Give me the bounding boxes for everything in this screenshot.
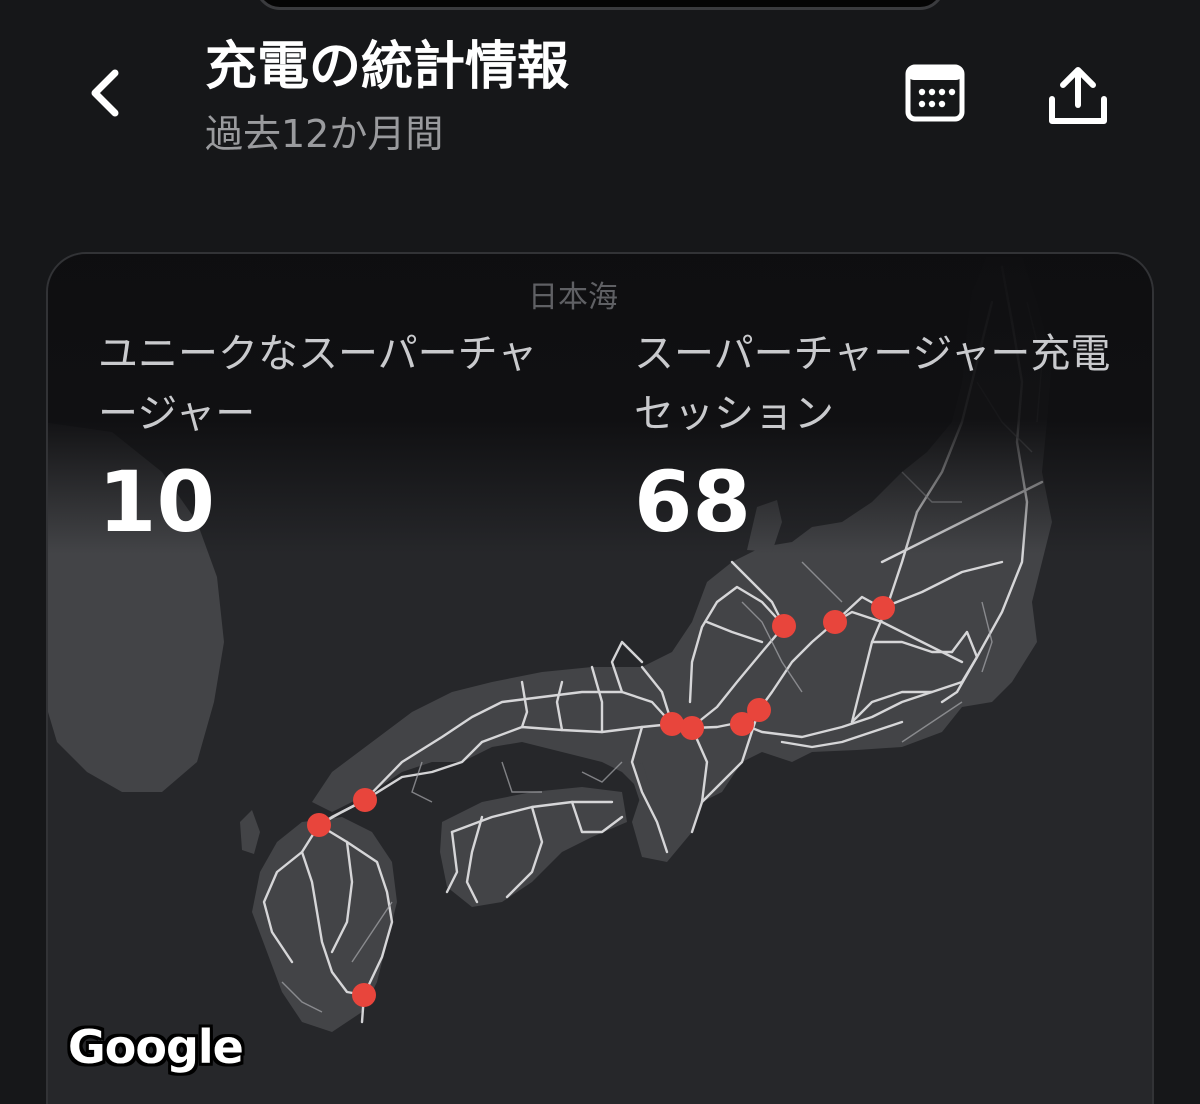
back-button[interactable] [70, 58, 140, 128]
supercharger-marker[interactable] [680, 716, 704, 740]
calendar-icon [905, 64, 965, 122]
share-icon [1049, 67, 1107, 124]
unique-superchargers-value: 10 [98, 453, 215, 551]
header: 充電の統計情報 過去12か月間 [0, 0, 1200, 200]
supercharger-marker[interactable] [353, 788, 377, 812]
stats-map-card[interactable]: 日本海 ユニークなスーパーチャージャー 10 スーパーチャージャー充電セッション… [46, 252, 1154, 1104]
supercharger-marker[interactable] [747, 698, 771, 722]
supercharger-marker[interactable] [823, 610, 847, 634]
supercharger-marker[interactable] [772, 614, 796, 638]
unique-superchargers-label: ユニークなスーパーチャージャー [98, 331, 538, 437]
supercharger-sessions-value: 68 [634, 453, 751, 551]
chevron-left-icon [91, 69, 119, 117]
share-button[interactable] [1040, 58, 1116, 134]
google-logo: Google [68, 1020, 244, 1074]
unique-superchargers-stat: ユニークなスーパーチャージャー 10 [98, 324, 548, 552]
page-title: 充電の統計情報 [205, 37, 570, 97]
calendar-button[interactable] [900, 58, 970, 128]
supercharger-sessions-stat: スーパーチャージャー充電セッション 68 [634, 324, 1124, 552]
charging-stats-screen: 充電の統計情報 過去12か月間 日本海 ユニークなスーパーチャージャー 10 ス… [0, 0, 1200, 1104]
supercharger-marker[interactable] [352, 983, 376, 1007]
sea-of-japan-label: 日本海 [528, 280, 618, 315]
supercharger-marker[interactable] [871, 596, 895, 620]
supercharger-marker[interactable] [660, 712, 684, 736]
supercharger-sessions-label: スーパーチャージャー充電セッション [634, 331, 1111, 437]
page-subtitle: 過去12か月間 [205, 112, 444, 156]
supercharger-marker[interactable] [307, 813, 331, 837]
